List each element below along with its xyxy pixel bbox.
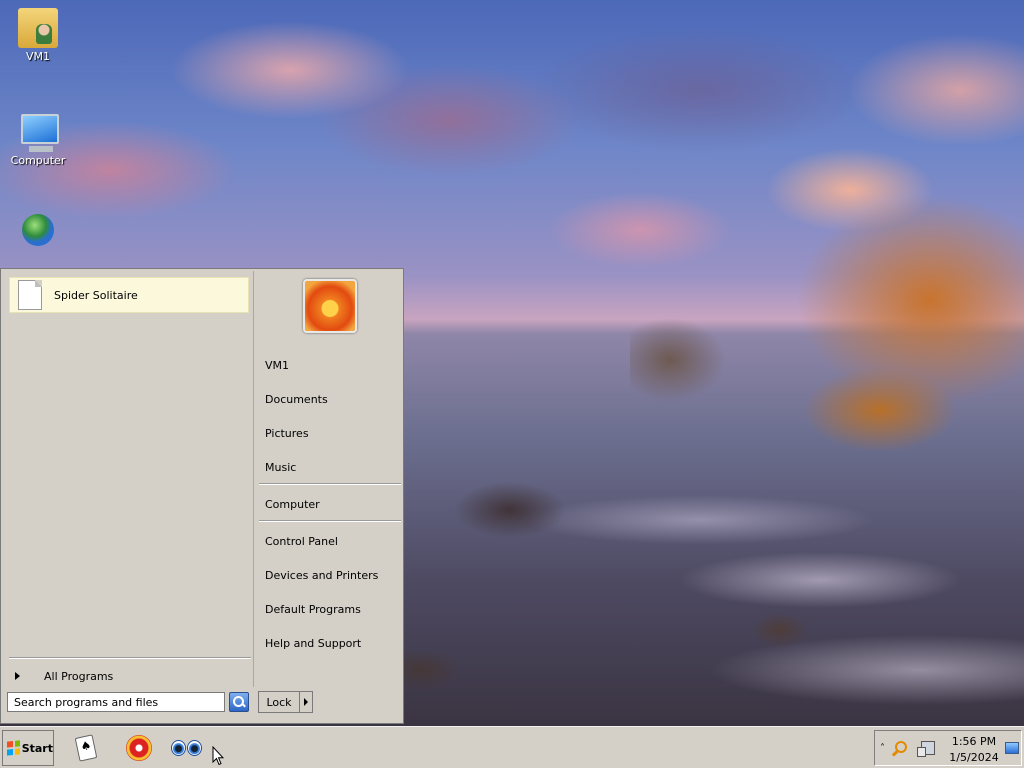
desktop-icon-label: VM1: [25, 50, 50, 63]
start-menu-link-pictures[interactable]: Pictures: [265, 427, 309, 440]
start-menu-item-label: Spider Solitaire: [54, 288, 138, 302]
show-desktop-icon[interactable]: [1005, 742, 1019, 754]
all-programs-button[interactable]: All Programs: [9, 667, 249, 685]
start-menu: Spider Solitaire All Programs VM1 Docume…: [0, 268, 404, 724]
desktop-icon-network[interactable]: [0, 212, 76, 254]
disc-icon[interactable]: [126, 735, 152, 761]
start-button[interactable]: Start: [2, 730, 54, 766]
wallpaper-rocks: [400, 450, 820, 726]
search-tray-icon[interactable]: [895, 741, 907, 753]
wallpaper-cliff: [630, 160, 1024, 460]
search-icon[interactable]: [229, 692, 249, 712]
start-menu-link-control-panel[interactable]: Control Panel: [265, 535, 338, 548]
power-options-button[interactable]: [299, 691, 313, 713]
arrow-right-icon: [304, 698, 308, 706]
start-menu-programs-pane: Spider Solitaire All Programs: [3, 271, 254, 687]
taskbar: Start ˄ 1:56 PM 1/5/2024: [0, 726, 1024, 768]
network-globe-icon: [22, 214, 54, 246]
all-programs-label: All Programs: [44, 669, 114, 683]
all-programs-separator: [9, 657, 251, 659]
user-folder-icon: [18, 8, 58, 48]
computer-icon: [21, 114, 59, 152]
start-menu-link-devices-printers[interactable]: Devices and Printers: [265, 569, 378, 582]
start-menu-link-music[interactable]: Music: [265, 461, 296, 474]
places-separator: [259, 520, 401, 522]
network-icon-wrap: [18, 212, 58, 252]
user-picture-icon[interactable]: [303, 279, 357, 333]
network-icon[interactable]: [917, 741, 935, 757]
document-icon: [18, 280, 42, 310]
start-menu-link-documents[interactable]: Documents: [265, 393, 328, 406]
computer-icon-wrap: [18, 112, 59, 152]
desktop-icon-vm1[interactable]: VM1: [0, 8, 76, 63]
search-row: [7, 691, 251, 715]
lock-button[interactable]: Lock: [258, 691, 300, 713]
start-menu-link-computer[interactable]: Computer: [265, 498, 320, 511]
windows-logo-icon: [7, 740, 20, 756]
places-separator: [259, 483, 401, 485]
desktop-icon-computer[interactable]: Computer: [0, 112, 76, 167]
start-menu-item-spider-solitaire[interactable]: Spider Solitaire: [9, 277, 249, 313]
cards-icon[interactable]: [74, 734, 98, 762]
start-menu-link-default-programs[interactable]: Default Programs: [265, 603, 361, 616]
start-menu-places-pane: VM1 Documents Pictures Music Computer Co…: [255, 271, 403, 687]
start-menu-link-vm1[interactable]: VM1: [265, 359, 289, 372]
clock-date[interactable]: 1/5/2024: [945, 751, 1003, 764]
arrow-right-icon: [15, 672, 20, 680]
eyes-icon[interactable]: [170, 738, 204, 758]
chevron-up-icon[interactable]: ˄: [880, 743, 885, 754]
search-input[interactable]: [7, 692, 225, 712]
start-menu-link-help-support[interactable]: Help and Support: [265, 637, 361, 650]
desktop-icon-label: Computer: [10, 154, 66, 167]
mouse-cursor-icon: [212, 746, 224, 766]
clock-time[interactable]: 1:56 PM: [945, 735, 1003, 748]
notification-area: ˄ 1:56 PM 1/5/2024: [874, 730, 1022, 766]
start-label: Start: [21, 741, 53, 755]
